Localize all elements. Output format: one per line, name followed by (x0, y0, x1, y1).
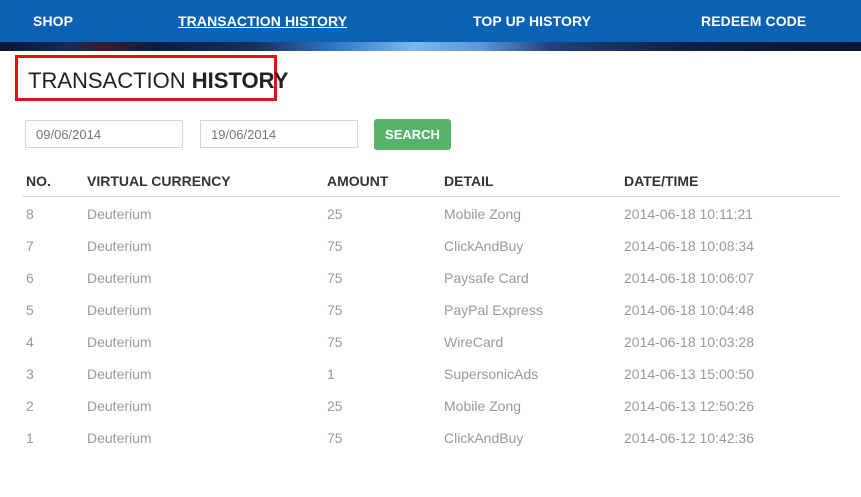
cell-virtual-currency: Deuterium (87, 366, 152, 382)
cell-virtual-currency: Deuterium (87, 238, 152, 254)
cell-virtual-currency: Deuterium (87, 270, 152, 286)
column-header-date-time: DATE/TIME (624, 173, 699, 189)
to-date-input[interactable] (200, 120, 358, 148)
cell-detail: SupersonicAds (444, 366, 539, 382)
page-title-highlight: TRANSACTION HISTORY (15, 55, 288, 101)
cell-amount: 75 (327, 270, 343, 286)
header-banner-image (0, 42, 861, 51)
nav-shop[interactable]: SHOP (33, 13, 73, 29)
cell-date-time: 2014-06-18 10:06:07 (624, 270, 754, 286)
cell-amount: 75 (327, 238, 343, 254)
cell-no: 1 (26, 430, 34, 446)
cell-virtual-currency: Deuterium (87, 398, 152, 414)
cell-detail: ClickAndBuy (444, 430, 524, 446)
nav-top-up-history[interactable]: TOP UP HISTORY (473, 13, 591, 29)
cell-no: 7 (26, 238, 34, 254)
cell-virtual-currency: Deuterium (87, 430, 152, 446)
cell-detail: WireCard (444, 334, 504, 350)
search-button[interactable]: SEARCH (374, 119, 451, 150)
cell-virtual-currency: Deuterium (87, 334, 152, 350)
cell-detail: Mobile Zong (444, 206, 522, 222)
cell-date-time: 2014-06-13 12:50:26 (624, 398, 754, 414)
top-navigation: SHOP TRANSACTION HISTORY TOP UP HISTORY … (0, 0, 861, 42)
cell-virtual-currency: Deuterium (87, 206, 152, 222)
cell-no: 6 (26, 270, 34, 286)
cell-amount: 75 (327, 430, 343, 446)
column-header-amount: AMOUNT (327, 173, 389, 189)
cell-detail: PayPal Express (444, 302, 543, 318)
cell-amount: 75 (327, 334, 343, 350)
cell-amount: 25 (327, 206, 343, 222)
cell-date-time: 2014-06-18 10:08:34 (624, 238, 754, 254)
nav-redeem-code[interactable]: REDEEM CODE (701, 13, 806, 29)
column-header-virtual-currency: VIRTUAL CURRENCY (87, 173, 231, 189)
cell-date-time: 2014-06-18 10:11:21 (624, 206, 753, 222)
cell-detail: ClickAndBuy (444, 238, 524, 254)
page-title-bold: HISTORY (191, 68, 289, 93)
column-header-no: NO. (26, 173, 51, 189)
cell-amount: 1 (327, 366, 335, 382)
from-date-input[interactable] (25, 120, 183, 148)
cell-date-time: 2014-06-13 15:00:50 (624, 366, 754, 382)
cell-no: 5 (26, 302, 34, 318)
cell-date-time: 2014-06-12 10:42:36 (624, 430, 754, 446)
cell-amount: 25 (327, 398, 343, 414)
page-title: TRANSACTION HISTORY (28, 68, 288, 94)
cell-amount: 75 (327, 302, 343, 318)
cell-date-time: 2014-06-18 10:03:28 (624, 334, 754, 350)
table-header-divider (22, 196, 840, 197)
cell-detail: Mobile Zong (444, 398, 522, 414)
cell-virtual-currency: Deuterium (87, 302, 152, 318)
cell-no: 2 (26, 398, 34, 414)
cell-detail: Paysafe Card (444, 270, 529, 286)
cell-date-time: 2014-06-18 10:04:48 (624, 302, 754, 318)
cell-no: 8 (26, 206, 34, 222)
page-title-light: TRANSACTION (28, 68, 192, 93)
column-header-detail: DETAIL (444, 173, 494, 189)
cell-no: 4 (26, 334, 34, 350)
cell-no: 3 (26, 366, 34, 382)
nav-transaction-history[interactable]: TRANSACTION HISTORY (178, 13, 347, 29)
